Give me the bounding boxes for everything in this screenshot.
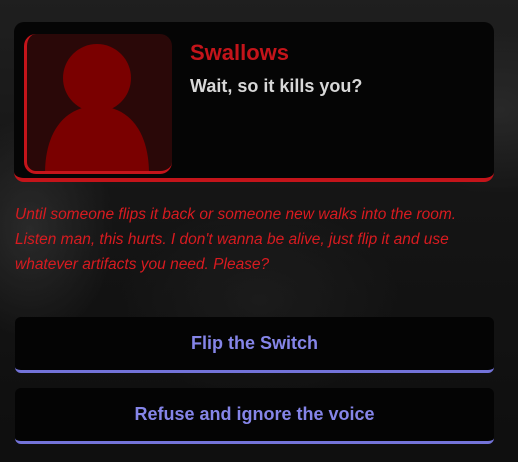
speaker-name: Swallows: [190, 40, 290, 65]
speaker-portrait: [24, 34, 172, 174]
narration-text: Until someone flips it back or someone n…: [15, 206, 457, 273]
speaker-card: Swallows Wait, so it kills you?: [14, 22, 494, 182]
speaker-dialogue-line: Wait, so it kills you?: [190, 76, 363, 96]
choice-refuse-button[interactable]: Refuse and ignore the voice: [15, 388, 494, 444]
person-silhouette-icon: [45, 44, 149, 171]
choice-flip-switch-button[interactable]: Flip the Switch: [15, 317, 494, 373]
